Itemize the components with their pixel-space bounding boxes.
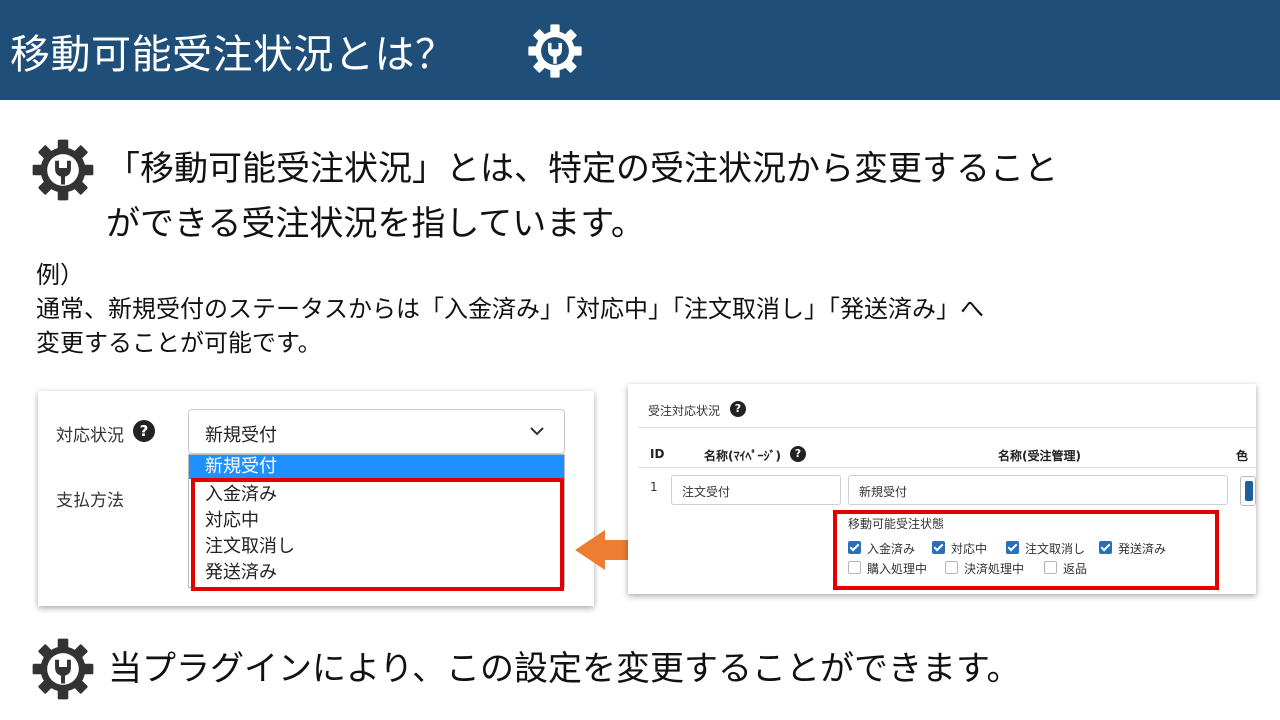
gear-icon [30,636,96,702]
example-block: 例） 通常、新規受付のステータスからは「入金済み」「対応中」「注文取消し」「発送… [36,258,984,360]
highlight-box [833,510,1219,590]
help-icon[interactable]: ? [790,446,806,462]
help-icon[interactable]: ? [133,420,155,442]
gear-icon [30,137,96,203]
column-name-admin: 名称(受注管理) [998,449,1081,463]
intro-text: 「移動可能受注状況」とは、特定の受注状況から変更すること ができる受注状況を指し… [106,142,1058,252]
payment-label: 支払方法 [56,491,124,511]
status-label: 対応状況 [56,426,124,446]
title-bar: 移動可能受注状況とは？ [0,0,1280,100]
help-icon[interactable]: ? [730,401,746,417]
example-line-2: 変更することが可能です。 [36,329,322,357]
name-mypage-input[interactable]: 注文受付 [671,475,841,505]
column-id: ID [650,447,665,461]
name-admin-input[interactable]: 新規受付 [848,475,1228,505]
section-title: 受注対応状況 [648,404,721,418]
row-id: 1 [650,480,658,494]
page-title: 移動可能受注状況とは？ [10,32,456,78]
name-admin-value: 新規受付 [859,485,908,499]
footer-text: 当プラグインにより、この設定を変更することができます。 [108,649,1021,689]
intro-line-1: 「移動可能受注状況」とは、特定の受注状況から変更すること [106,149,1058,189]
divider [638,427,1256,428]
color-picker[interactable] [1240,476,1256,506]
example-heading: 例） [36,261,84,289]
status-select-screenshot: 対応状況 ? 支払方法 新規受付 新規受付 入金済み 対応中 注文取消し 発送済… [38,391,594,606]
chevron-down-icon[interactable] [528,422,546,440]
select-value: 新規受付 [205,425,277,446]
highlight-box [191,478,564,591]
dropdown-option[interactable]: 新規受付 [189,455,564,479]
column-color: 色 [1236,449,1249,463]
gear-icon [524,22,586,80]
name-mypage-value: 注文受付 [682,485,731,499]
intro-line-2: ができる受注状況を指しています。 [106,204,645,244]
column-name-mypage: 名称(ﾏｲﾍﾟｰｼﾞ) [704,449,781,463]
status-select[interactable]: 新規受付 [188,409,565,454]
example-line-1: 通常、新規受付のステータスからは「入金済み」「対応中」「注文取消し」「発送済み」… [36,295,984,323]
divider [638,467,1256,468]
